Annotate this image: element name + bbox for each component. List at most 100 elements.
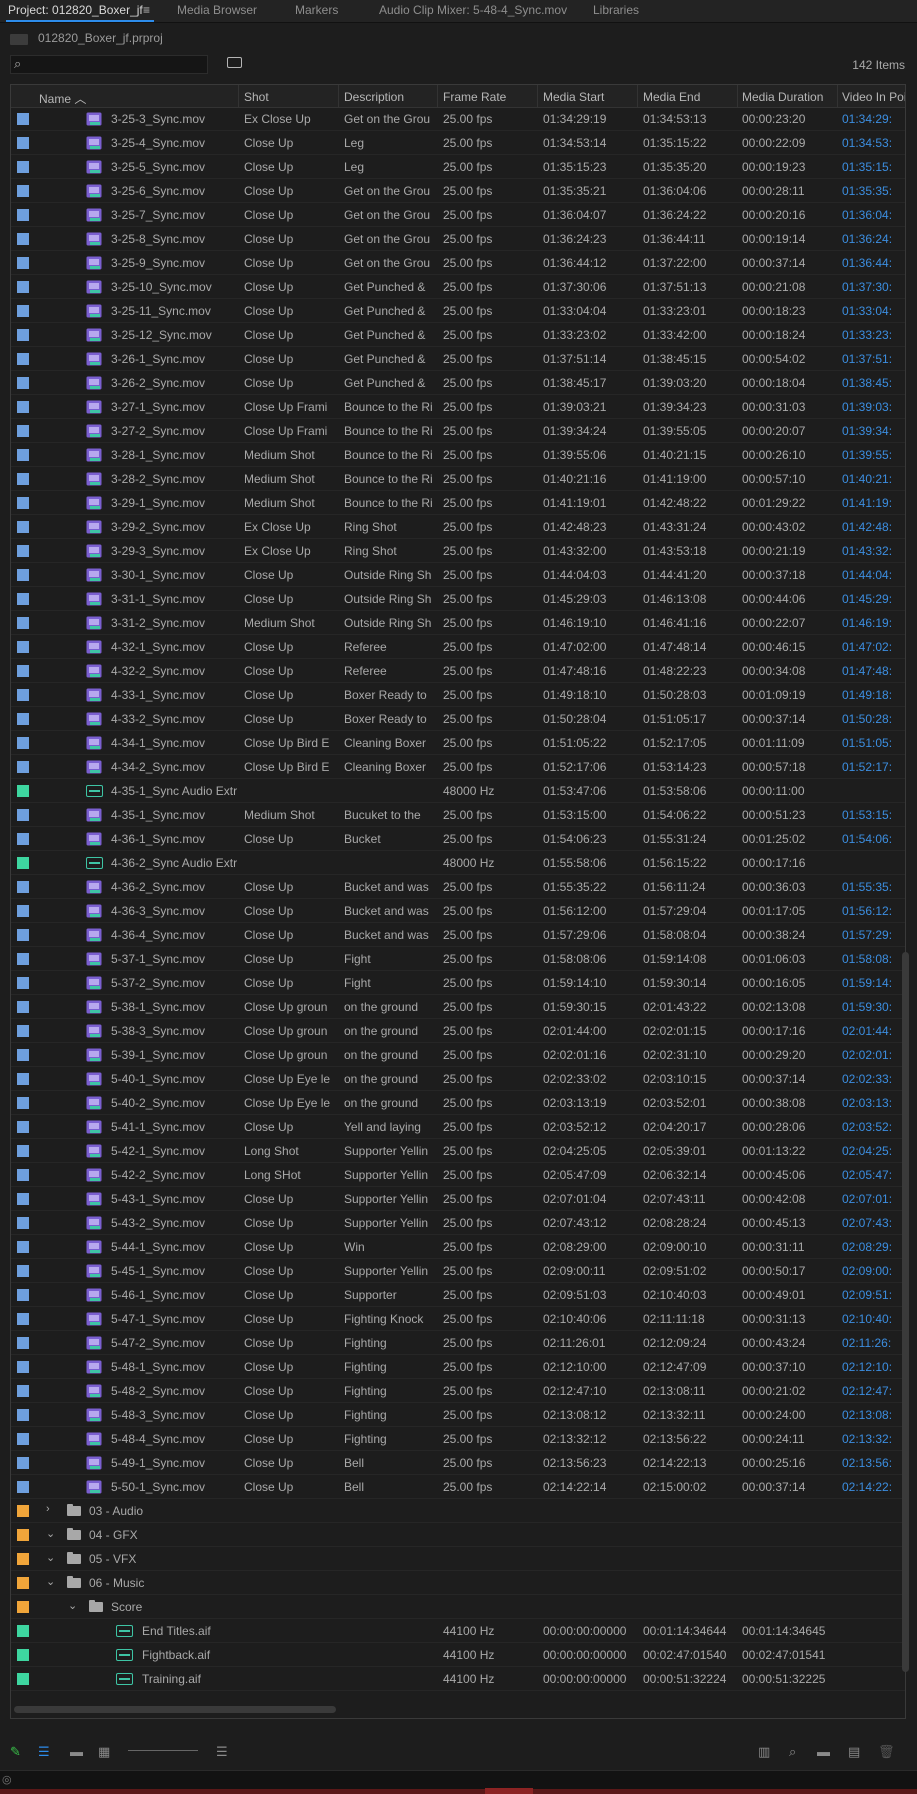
icon-view-icon[interactable]: ▬ — [70, 1744, 83, 1759]
table-row[interactable]: 4-32-2_Sync.mov Close Up Referee 25.00 fps 0… — [11, 659, 905, 683]
column-header-media-duration[interactable]: Media Duration — [742, 90, 823, 104]
table-row[interactable]: 5-38-1_Sync.mov Close Up groun on the grou… — [11, 995, 905, 1019]
table-row[interactable]: 5-50-1_Sync.mov Close Up Bell 25.00 fps 02:1… — [11, 1475, 905, 1499]
tab-libraries[interactable]: Libraries — [593, 3, 639, 17]
label-color-swatch[interactable] — [17, 353, 29, 365]
table-row[interactable]: 3-26-1_Sync.mov Close Up Get Punched & 25.0… — [11, 347, 905, 371]
column-divider[interactable] — [537, 85, 538, 107]
table-row[interactable]: 5-47-2_Sync.mov Close Up Fighting 25.00 fps… — [11, 1331, 905, 1355]
table-row[interactable]: 3-25-4_Sync.mov Close Up Leg 25.00 fps 01:34… — [11, 131, 905, 155]
label-color-swatch[interactable] — [17, 161, 29, 173]
label-color-swatch[interactable] — [17, 1289, 29, 1301]
column-divider[interactable] — [737, 85, 738, 107]
freeform-view-icon[interactable]: ▦ — [98, 1744, 110, 1760]
column-header-name[interactable]: Name ︿ — [39, 90, 86, 107]
label-color-swatch[interactable] — [17, 1673, 29, 1685]
table-row[interactable]: 5-37-2_Sync.mov Close Up Fight 25.00 fps 01:… — [11, 971, 905, 995]
column-divider[interactable] — [437, 85, 438, 107]
label-color-swatch[interactable] — [17, 641, 29, 653]
table-row[interactable]: 3-25-5_Sync.mov Close Up Leg 25.00 fps 01:35… — [11, 155, 905, 179]
label-color-swatch[interactable] — [17, 617, 29, 629]
table-row[interactable]: 5-46-1_Sync.mov Close Up Supporter 25.00 fp… — [11, 1283, 905, 1307]
label-color-swatch[interactable] — [17, 785, 29, 797]
label-color-swatch[interactable] — [17, 1625, 29, 1637]
column-divider[interactable] — [338, 85, 339, 107]
label-color-swatch[interactable] — [17, 1385, 29, 1397]
table-row[interactable]: 3-25-9_Sync.mov Close Up Get on the Grou 25… — [11, 251, 905, 275]
table-row[interactable]: 3-30-1_Sync.mov Close Up Outside Ring Sh 25… — [11, 563, 905, 587]
table-row[interactable]: 3-28-2_Sync.mov Medium Shot Bounce to the … — [11, 467, 905, 491]
label-color-swatch[interactable] — [17, 953, 29, 965]
label-color-swatch[interactable] — [17, 1145, 29, 1157]
label-color-swatch[interactable] — [17, 305, 29, 317]
table-row[interactable]: 5-44-1_Sync.mov Close Up Win 25.00 fps 02:08… — [11, 1235, 905, 1259]
label-color-swatch[interactable] — [17, 1073, 29, 1085]
bin-row[interactable]: ⌄ 04 - GFX — [11, 1523, 905, 1547]
table-row[interactable]: 3-31-1_Sync.mov Close Up Outside Ring Sh 25… — [11, 587, 905, 611]
label-color-swatch[interactable] — [17, 1553, 29, 1565]
table-row[interactable]: 5-48-1_Sync.mov Close Up Fighting 25.00 fps… — [11, 1355, 905, 1379]
label-color-swatch[interactable] — [17, 1433, 29, 1445]
new-item-icon[interactable]: ▤ — [848, 1744, 860, 1760]
label-color-swatch[interactable] — [17, 1025, 29, 1037]
open-in-new-bin-icon[interactable] — [227, 57, 242, 68]
table-row[interactable]: 4-36-3_Sync.mov Close Up Bucket and was 25.… — [11, 899, 905, 923]
label-color-swatch[interactable] — [17, 377, 29, 389]
write-enabled-pencil-icon[interactable]: ✎ — [10, 1744, 21, 1760]
label-color-swatch[interactable] — [17, 929, 29, 941]
table-row[interactable]: 5-42-2_Sync.mov Long SHot Supporter Yellin… — [11, 1163, 905, 1187]
table-row[interactable]: 3-31-2_Sync.mov Medium Shot Outside Ring S… — [11, 611, 905, 635]
tab-markers[interactable]: Markers — [295, 3, 338, 17]
label-color-swatch[interactable] — [17, 737, 29, 749]
tab-audio-clip-mixer[interactable]: Audio Clip Mixer: 5-48-4_Sync.mov — [379, 3, 567, 17]
label-color-swatch[interactable] — [17, 1529, 29, 1541]
table-row[interactable]: 5-48-4_Sync.mov Close Up Fighting 25.00 fps… — [11, 1427, 905, 1451]
table-row[interactable]: 4-36-2_Sync Audio Extr 48000 Hz 01:55:58:0… — [11, 851, 905, 875]
label-color-swatch[interactable] — [17, 857, 29, 869]
table-row[interactable]: 5-48-3_Sync.mov Close Up Fighting 25.00 fps… — [11, 1403, 905, 1427]
search-input[interactable]: ⌕ — [10, 55, 208, 74]
automate-to-sequence-icon[interactable]: ▥ — [758, 1744, 770, 1760]
table-row[interactable]: 5-42-1_Sync.mov Long Shot Supporter Yellin… — [11, 1139, 905, 1163]
label-color-swatch[interactable] — [17, 833, 29, 845]
column-header-video-in-point[interactable]: Video In Poi — [842, 90, 905, 104]
trash-icon[interactable]: 🗑 — [878, 1744, 895, 1760]
label-color-swatch[interactable] — [17, 1241, 29, 1253]
label-color-swatch[interactable] — [17, 1337, 29, 1349]
tab-media-browser[interactable]: Media Browser — [177, 3, 257, 17]
label-color-swatch[interactable] — [17, 977, 29, 989]
label-color-swatch[interactable] — [17, 1361, 29, 1373]
label-color-swatch[interactable] — [17, 449, 29, 461]
label-color-swatch[interactable] — [17, 521, 29, 533]
label-color-swatch[interactable] — [17, 1577, 29, 1589]
chevron-down-icon[interactable]: ⌄ — [46, 1575, 55, 1588]
tab-project[interactable]: Project: 012820_Boxer_jf — [8, 3, 143, 17]
table-row[interactable]: 5-49-1_Sync.mov Close Up Bell 25.00 fps 02:1… — [11, 1451, 905, 1475]
chevron-down-icon[interactable]: ⌄ — [68, 1599, 77, 1612]
label-color-swatch[interactable] — [17, 905, 29, 917]
table-row[interactable]: 5-40-2_Sync.mov Close Up Eye le on the gro… — [11, 1091, 905, 1115]
label-color-swatch[interactable] — [17, 497, 29, 509]
table-row[interactable]: 3-25-12_Sync.mov Close Up Get Punched & 25.… — [11, 323, 905, 347]
find-icon[interactable]: ⌕ — [789, 1744, 796, 1760]
label-color-swatch[interactable] — [17, 1265, 29, 1277]
table-row[interactable]: 5-48-2_Sync.mov Close Up Fighting 25.00 fps… — [11, 1379, 905, 1403]
label-color-swatch[interactable] — [17, 113, 29, 125]
label-color-swatch[interactable] — [17, 1409, 29, 1421]
table-row[interactable]: 4-36-2_Sync.mov Close Up Bucket and was 25.… — [11, 875, 905, 899]
bin-row[interactable]: › 03 - Audio — [11, 1499, 905, 1523]
label-color-swatch[interactable] — [17, 1481, 29, 1493]
label-color-swatch[interactable] — [17, 425, 29, 437]
chevron-down-icon[interactable]: ⌄ — [46, 1527, 55, 1540]
label-color-swatch[interactable] — [17, 281, 29, 293]
table-row[interactable]: 5-47-1_Sync.mov Close Up Fighting Knock 25.… — [11, 1307, 905, 1331]
column-header-description[interactable]: Description — [344, 90, 404, 104]
table-row[interactable]: 5-43-1_Sync.mov Close Up Supporter Yellin 2… — [11, 1187, 905, 1211]
new-bin-icon[interactable]: ▬ — [817, 1744, 830, 1759]
column-header-frame-rate[interactable]: Frame Rate — [443, 90, 506, 104]
table-row[interactable]: 3-27-1_Sync.mov Close Up Frami Bounce to t… — [11, 395, 905, 419]
label-color-swatch[interactable] — [17, 1649, 29, 1661]
panel-menu-icon[interactable]: ≡ — [143, 3, 150, 17]
sort-icons-icon[interactable]: ☰ — [216, 1744, 228, 1760]
label-color-swatch[interactable] — [17, 137, 29, 149]
